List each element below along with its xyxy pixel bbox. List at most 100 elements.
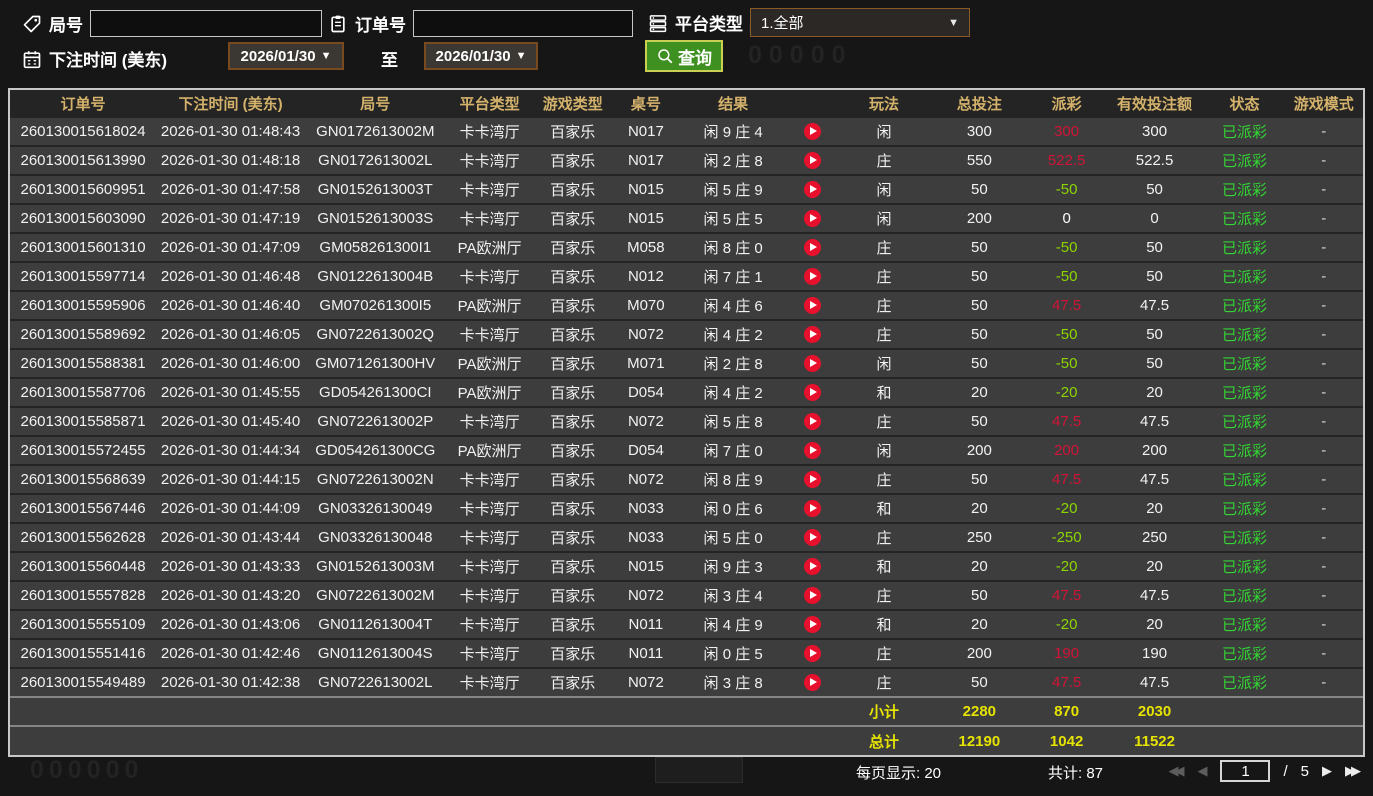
cell-replay (786, 638, 838, 668)
cell-replay (786, 406, 838, 436)
cell-round-id: GN0152613003M (304, 551, 446, 581)
search-button[interactable]: 查询 (645, 40, 723, 72)
play-video-icon[interactable] (803, 558, 821, 576)
cell-bet-on: 和 (837, 377, 930, 407)
cell-game-type: 百家乐 (533, 174, 613, 204)
cell-table-no: N072 (612, 667, 680, 697)
cell-game-type: 百家乐 (533, 464, 613, 494)
play-video-icon[interactable] (803, 500, 821, 518)
play-video-icon[interactable] (803, 442, 821, 460)
play-video-icon[interactable] (803, 529, 821, 547)
cell-platform: 卡卡湾厅 (445, 406, 534, 436)
cell-replay (786, 116, 838, 146)
play-video-icon[interactable] (803, 384, 821, 402)
play-video-icon[interactable] (803, 297, 821, 315)
order-input[interactable] (413, 10, 633, 37)
cell-round-id: GM058261300I1 (304, 232, 446, 262)
cell-payout: 47.5 (1028, 406, 1105, 436)
cell-bet-on: 庄 (837, 319, 930, 349)
cell-game-mode: - (1284, 319, 1363, 349)
cell-bet-on: 庄 (837, 638, 930, 668)
cell-bet-on: 和 (837, 493, 930, 523)
platform-filter-group: 平台类型 1.全部 ▼ (648, 8, 970, 37)
cell-bet-time: 2026-01-30 01:47:19 (156, 203, 305, 233)
pagination: ◀◀ ◀ / 5 ▶ ▶▶ (1168, 759, 1361, 783)
cell-game-type: 百家乐 (533, 377, 613, 407)
first-page-button[interactable]: ◀◀ (1168, 759, 1184, 783)
cell-result: 闲 7 庄 1 (679, 261, 787, 291)
play-video-icon[interactable] (803, 674, 821, 692)
play-video-icon[interactable] (803, 587, 821, 605)
cell-bet-on: 庄 (837, 522, 930, 552)
play-video-icon[interactable] (803, 181, 821, 199)
cell-table-no: M070 (612, 290, 680, 320)
play-video-icon[interactable] (803, 471, 821, 489)
cell-table-no: N072 (612, 406, 680, 436)
col-bet-time: 下注时间 (美东) (156, 90, 305, 117)
cell-bet-on: 庄 (837, 667, 930, 697)
play-video-icon[interactable] (803, 413, 821, 431)
cell-payout: 47.5 (1028, 580, 1105, 610)
play-video-icon[interactable] (803, 152, 821, 170)
cell-bet-on: 庄 (837, 406, 930, 436)
date-from-picker[interactable]: 2026/01/30 ▼ (228, 42, 344, 70)
cell-platform: 卡卡湾厅 (445, 203, 534, 233)
cell-game-type: 百家乐 (533, 116, 613, 146)
cell-table-no: D054 (612, 435, 680, 465)
cell-platform: 卡卡湾厅 (445, 609, 534, 639)
cell-table-no: N072 (612, 580, 680, 610)
cell-table-no: N011 (612, 609, 680, 639)
order-filter-group: 订单号 (328, 10, 633, 37)
calendar-icon (22, 49, 42, 69)
play-video-icon[interactable] (803, 210, 821, 228)
cell-order-id: 260130015568639 (10, 464, 157, 494)
cell-table-no: N012 (612, 261, 680, 291)
play-video-icon[interactable] (803, 326, 821, 344)
cell-game-type: 百家乐 (533, 290, 613, 320)
cell-table-no: M058 (612, 232, 680, 262)
col-platform: 平台类型 (445, 90, 534, 117)
cell-bet-time: 2026-01-30 01:45:55 (156, 377, 305, 407)
play-video-icon[interactable] (803, 268, 821, 286)
chevron-down-icon: ▼ (515, 50, 527, 62)
table-row: 260130015597714 2026-01-30 01:46:48 GN0122… (10, 261, 1363, 291)
platform-select[interactable]: 1.全部 ▼ (750, 8, 970, 37)
cell-game-mode: - (1284, 348, 1363, 378)
last-page-button[interactable]: ▶▶ (1345, 759, 1361, 783)
play-video-icon[interactable] (803, 355, 821, 373)
cell-platform: PA欧洲厅 (445, 435, 534, 465)
round-input[interactable] (90, 10, 322, 37)
cell-platform: PA欧洲厅 (445, 290, 534, 320)
cell-replay (786, 667, 838, 697)
cell-total-bet: 50 (929, 232, 1029, 262)
search-button-label: 查询 (678, 48, 712, 68)
cell-status: 已派彩 (1204, 319, 1285, 349)
cell-game-type: 百家乐 (533, 638, 613, 668)
cell-round-id: GN0112613004S (304, 638, 446, 668)
play-video-icon[interactable] (803, 123, 821, 141)
subtotal-valid-bet: 2030 (1104, 696, 1205, 726)
cell-bet-time: 2026-01-30 01:44:34 (156, 435, 305, 465)
play-video-icon[interactable] (803, 645, 821, 663)
next-page-button[interactable]: ▶ (1322, 759, 1332, 783)
cell-status: 已派彩 (1204, 232, 1285, 262)
cell-valid-bet: 47.5 (1104, 406, 1205, 436)
page-number-input[interactable] (1220, 760, 1271, 782)
cell-game-mode: - (1284, 116, 1363, 146)
round-label: 局号 (49, 16, 83, 35)
cell-payout: 190 (1028, 638, 1105, 668)
grand-total-label: 总计 (837, 725, 930, 755)
cell-bet-on: 和 (837, 609, 930, 639)
cell-bet-time: 2026-01-30 01:43:33 (156, 551, 305, 581)
cell-status: 已派彩 (1204, 580, 1285, 610)
cell-round-id: GN0172613002L (304, 145, 446, 175)
cell-total-bet: 200 (929, 203, 1029, 233)
cell-payout: -50 (1028, 174, 1105, 204)
cell-total-bet: 250 (929, 522, 1029, 552)
prev-page-button[interactable]: ◀ (1197, 759, 1207, 783)
cell-game-mode: - (1284, 290, 1363, 320)
cell-result: 闲 8 庄 9 (679, 464, 787, 494)
play-video-icon[interactable] (803, 239, 821, 257)
date-to-picker[interactable]: 2026/01/30 ▼ (424, 42, 538, 70)
play-video-icon[interactable] (803, 616, 821, 634)
